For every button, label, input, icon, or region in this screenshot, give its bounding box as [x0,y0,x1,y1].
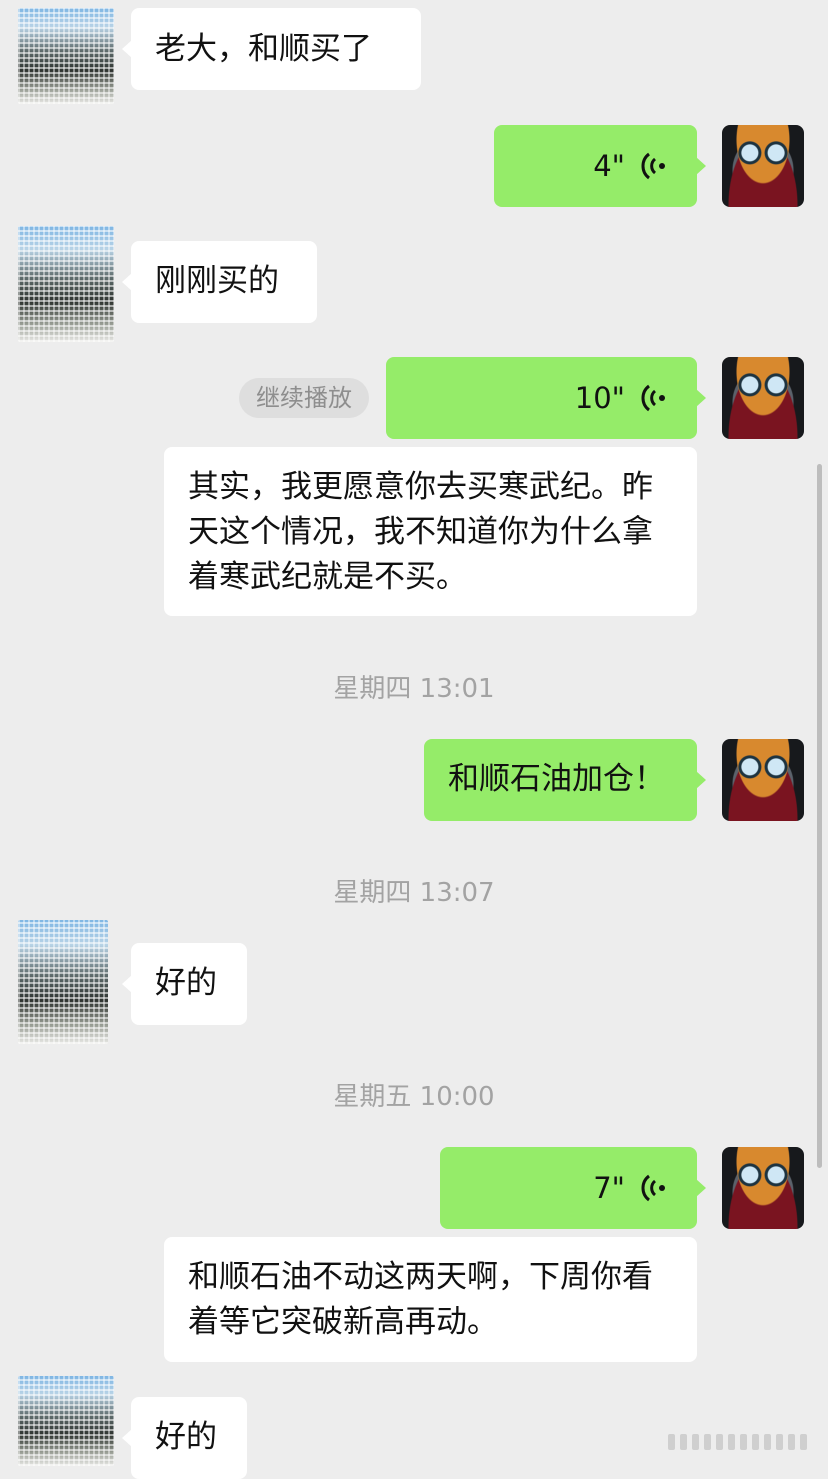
voice-transcript[interactable]: 和顺石油不动这两天啊，下周你看着等它突破新高再动。 [164,1237,697,1362]
timestamp: 星期四 13:07 [333,878,495,908]
voice-message-bubble[interactable]: 7" [440,1147,706,1229]
received-message-bubble[interactable]: 好的 [122,1397,247,1479]
received-message-bubble[interactable]: 老大，和顺买了 [122,8,421,90]
voice-duration: 10" [574,381,625,415]
message-text: 好的 [155,1419,217,1455]
user-avatar[interactable] [722,739,804,821]
message-text: 老大，和顺买了 [155,31,372,67]
voice-wave-icon [641,152,665,180]
watermark-icon [668,1434,807,1450]
contact-avatar[interactable] [18,226,114,342]
voice-transcript[interactable]: 其实，我更愿意你去买寒武纪。昨天这个情况，我不知道你为什么拿着寒武纪就是不买。 [164,447,697,616]
transcript-text: 其实，我更愿意你去买寒武纪。昨天这个情况，我不知道你为什么拿着寒武纪就是不买。 [188,469,653,595]
received-message-bubble[interactable]: 好的 [122,943,247,1025]
voice-message-bubble[interactable]: 10" [386,357,706,439]
timestamp: 星期四 13:01 [333,674,495,704]
voice-duration: 7" [593,1171,625,1205]
received-message-bubble[interactable]: 刚刚买的 [122,241,317,323]
voice-wave-icon [641,1174,665,1202]
timestamp: 星期五 10:00 [333,1082,495,1112]
user-avatar[interactable] [722,357,804,439]
contact-avatar[interactable] [18,8,114,104]
message-text: 好的 [155,965,217,1001]
user-avatar[interactable] [722,125,804,207]
sent-message-bubble[interactable]: 和顺石油加仓！ [424,739,706,821]
contact-avatar[interactable] [18,920,108,1044]
continue-playing-button[interactable]: 继续播放 [239,378,369,418]
voice-duration: 4" [593,149,625,183]
contact-avatar[interactable] [18,1376,114,1466]
continue-playing-label: 继续播放 [256,384,352,412]
voice-wave-icon [641,384,665,412]
message-text: 刚刚买的 [155,263,279,299]
transcript-text: 和顺石油不动这两天啊，下周你看着等它突破新高再动。 [188,1259,653,1340]
user-avatar[interactable] [722,1147,804,1229]
scrollbar[interactable] [817,464,822,1168]
message-text: 和顺石油加仓！ [448,761,665,797]
voice-message-bubble[interactable]: 4" [494,125,706,207]
